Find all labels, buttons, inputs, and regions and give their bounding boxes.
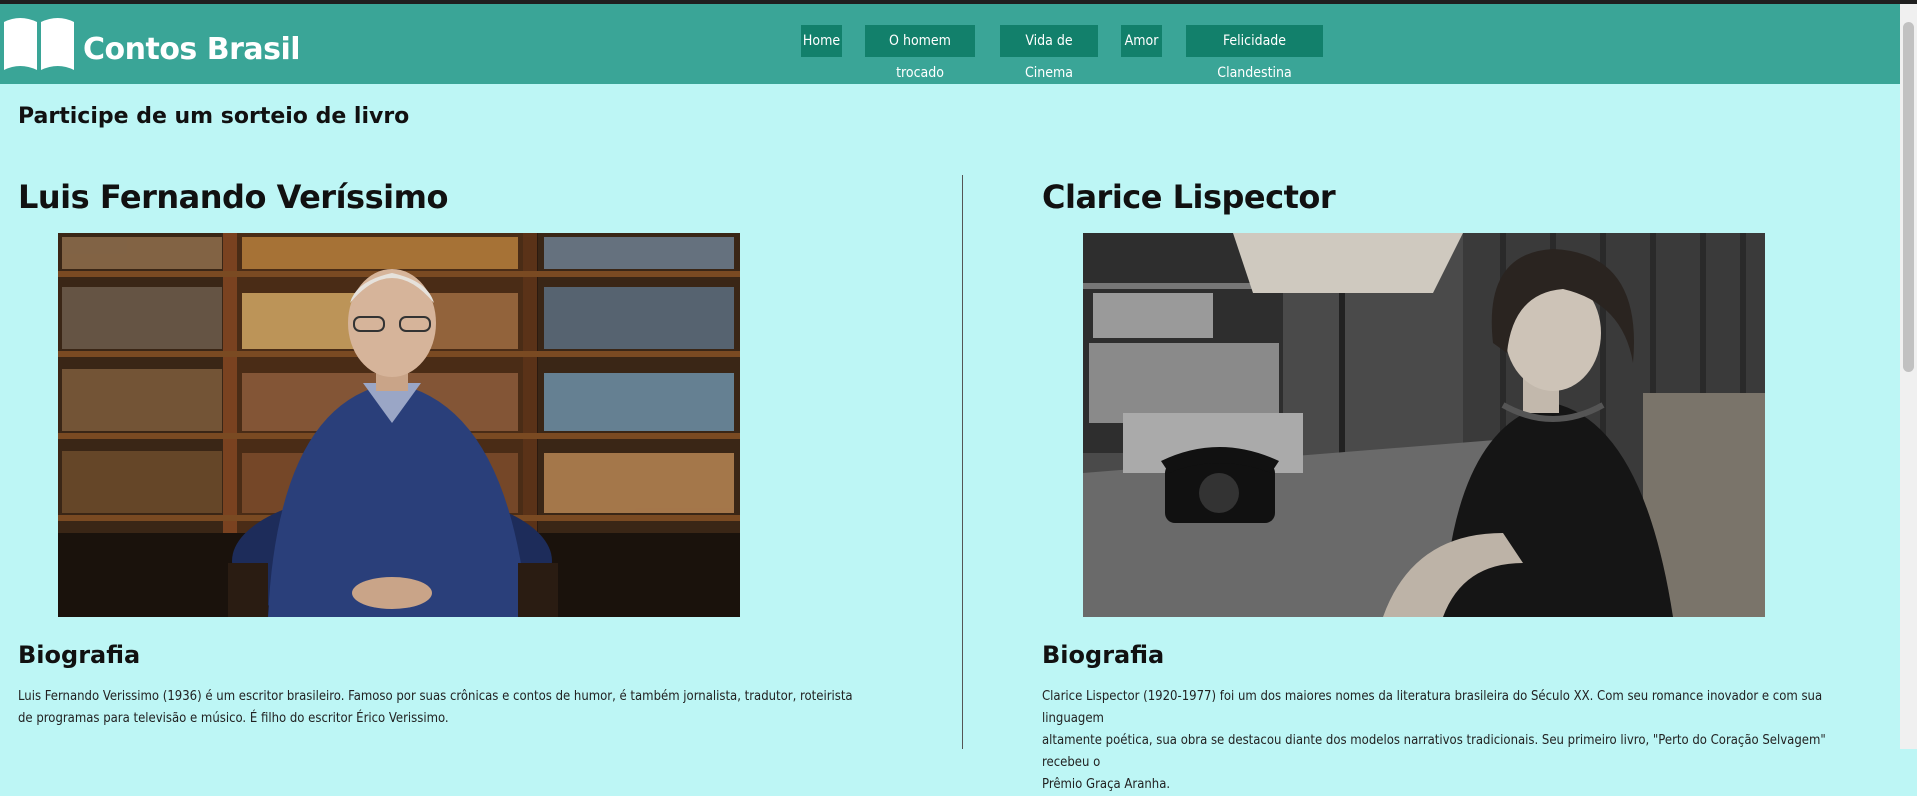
bio-text-verissimo: Luis Fernando Verissimo (1936) é um escr…: [18, 686, 948, 730]
scrollbar-thumb[interactable]: [1903, 22, 1914, 372]
bio-line: Prêmio Graça Aranha.: [1042, 777, 1171, 792]
nav-vida-de-cinema[interactable]: Vida de Cinema: [1000, 25, 1098, 81]
bio-line: de programas para televisão e músico. É …: [18, 711, 449, 726]
bio-line: altamente poética, sua obra se destacou …: [1042, 733, 1826, 770]
bio-heading-verissimo: Biografia: [18, 641, 141, 669]
site-brand[interactable]: Contos Brasil: [83, 32, 301, 67]
bio-text-lispector: Clarice Lispector (1920-1977) foi um dos…: [1042, 686, 1872, 796]
author-name-verissimo: Luis Fernando Veríssimo: [18, 178, 448, 216]
author-photo-lispector: [1083, 233, 1765, 617]
site-header: Contos Brasil Home O homem trocado Vida …: [0, 4, 1900, 84]
column-divider: [962, 175, 963, 749]
bio-line: Luis Fernando Verissimo (1936) é um escr…: [18, 689, 853, 704]
author-photo-verissimo: [58, 233, 740, 617]
nav-home[interactable]: Home: [801, 25, 842, 57]
nav-amor[interactable]: Amor: [1121, 25, 1162, 57]
nav-felicidade-clandestina[interactable]: Felicidade Clandestina: [1186, 25, 1323, 81]
nav-o-homem-trocado[interactable]: O homem trocado: [865, 25, 975, 81]
bio-line: Clarice Lispector (1920-1977) foi um dos…: [1042, 689, 1823, 726]
raffle-heading[interactable]: Participe de um sorteio de livro: [18, 104, 409, 129]
author-name-lispector: Clarice Lispector: [1042, 178, 1336, 216]
bio-heading-lispector: Biografia: [1042, 641, 1165, 669]
open-book-icon: [4, 18, 74, 70]
page-scrollbar[interactable]: [1900, 4, 1917, 749]
